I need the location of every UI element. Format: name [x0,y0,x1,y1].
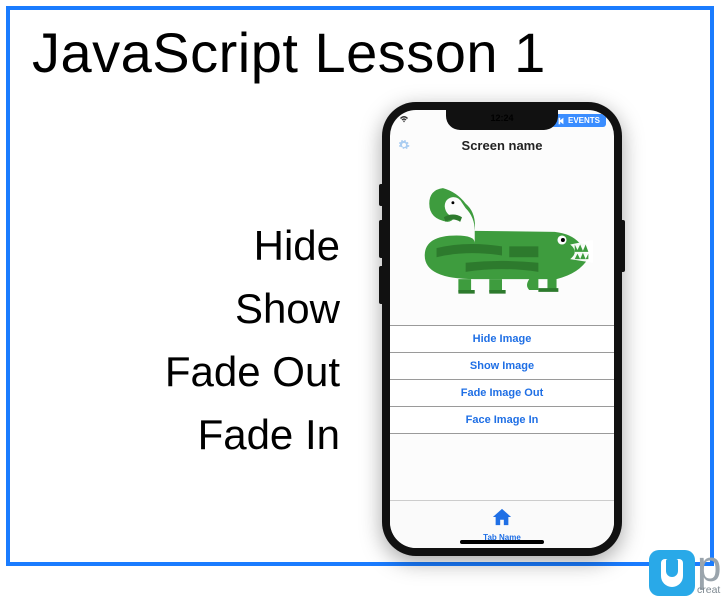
tab-bar: Tab Name [390,500,614,548]
fade-image-out-button[interactable]: Fade Image Out [390,379,614,407]
logo-tagline: creative ap [697,584,721,596]
button-list: Hide Image Show Image Fade Image Out Fac… [390,326,614,434]
home-indicator [460,540,544,544]
show-image-button[interactable]: Show Image [390,352,614,380]
page-title: JavaScript Lesson 1 [32,20,546,85]
brand-logo: pp creative ap [649,549,721,596]
hide-image-button[interactable]: Hide Image [390,325,614,353]
action-hide: Hide [10,214,340,277]
screen-title: Screen name [390,136,614,159]
status-time: 12:24 [490,113,513,123]
phone-mockup: EVENTS 12:24 Screen name [382,102,622,556]
phone-side-button [379,220,382,258]
action-list: Hide Show Fade Out Fade In [10,214,340,466]
logo-icon [649,550,695,596]
phone-screen: EVENTS 12:24 Screen name [390,110,614,548]
home-icon[interactable] [491,507,513,532]
phone-side-button [379,184,382,206]
crocodile-image [402,170,602,310]
fade-image-in-button[interactable]: Face Image In [390,406,614,434]
phone-side-button [622,220,625,272]
lesson-frame: JavaScript Lesson 1 Hide Show Fade Out F… [6,6,714,566]
events-badge[interactable]: EVENTS [551,114,606,127]
action-fade-out: Fade Out [10,340,340,403]
action-show: Show [10,277,340,340]
logo-text: pp creative ap [697,549,721,596]
image-area [390,160,614,320]
action-fade-in: Fade In [10,403,340,466]
wifi-icon [398,114,410,127]
events-label: EVENTS [568,116,600,125]
phone-side-button [379,266,382,304]
logo-letters: pp [697,549,721,584]
